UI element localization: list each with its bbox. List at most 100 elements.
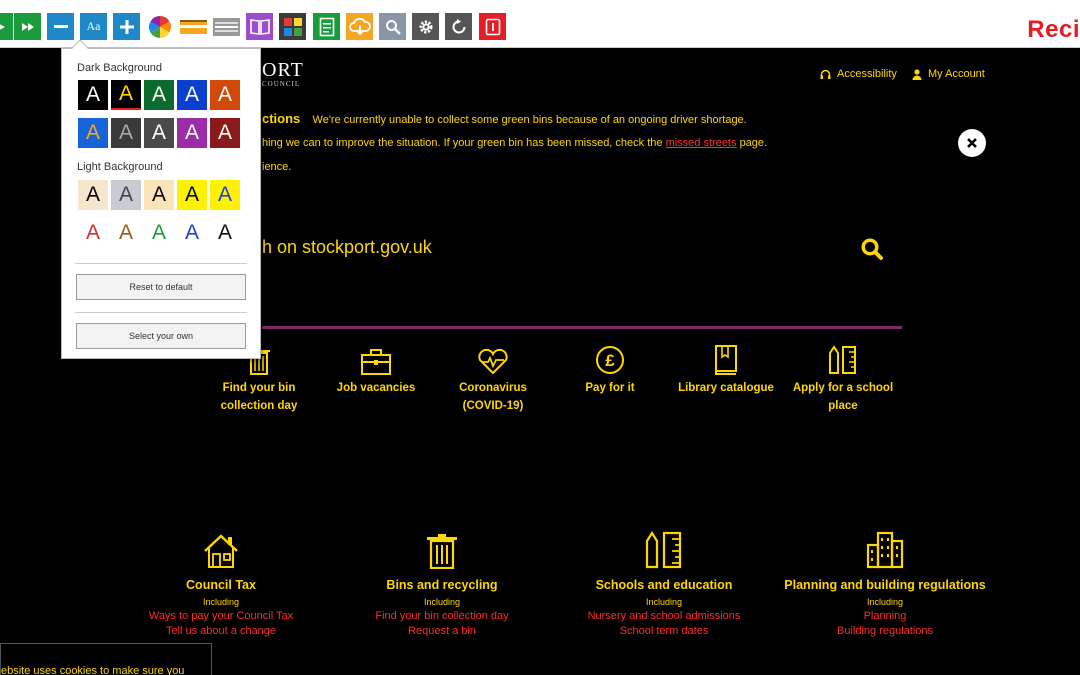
my-account-link[interactable]: My Account [912, 68, 985, 80]
service-bins-recycling: Bins and recycling Including Find your b… [332, 525, 552, 639]
fast-forward-icon [21, 22, 34, 31]
fast-forward-button[interactable] [14, 13, 41, 40]
dark-background-label: Dark Background [77, 62, 162, 74]
quick-link-label: Coronavirus (COVID-19) [459, 382, 527, 412]
reset-default-button[interactable]: Reset to default [76, 274, 246, 300]
quick-link-label: Pay for it [585, 382, 635, 394]
play-icon [0, 24, 5, 29]
service-including: Including [866, 597, 904, 607]
swatch-dark-3[interactable]: A [144, 80, 174, 110]
quick-link-label: Job vacancies [336, 382, 416, 394]
swatch-dark-8[interactable]: A [144, 118, 174, 148]
service-council-tax: Council Tax Including Ways to pay your C… [111, 525, 331, 639]
alert-line-2: hing we can to improve the situation. If… [262, 137, 767, 149]
quick-link-school-place[interactable]: Apply for a school place [788, 335, 898, 415]
swatch-dark-1[interactable]: A [78, 80, 108, 110]
service-link[interactable]: Tell us about a change [111, 624, 331, 639]
swatch-light-3[interactable]: A [144, 180, 174, 210]
swatch-light-9[interactable]: A [177, 218, 207, 248]
play-button[interactable] [0, 13, 13, 40]
swatch-dark-5[interactable]: A [210, 80, 240, 110]
select-your-own-button[interactable]: Select your own [76, 323, 246, 349]
cloud-download-icon [348, 17, 371, 35]
quick-link-coronavirus[interactable]: Coronavirus (COVID-19) [438, 335, 548, 415]
alert-title: ctions [262, 111, 301, 126]
book-icon [715, 345, 737, 375]
search-button[interactable] [860, 237, 884, 265]
missed-streets-link[interactable]: missed streets [666, 137, 737, 149]
decrease-text-button[interactable] [47, 13, 74, 40]
swatch-light-7[interactable]: A [111, 218, 141, 248]
service-link[interactable]: Request a bin [332, 624, 552, 639]
reset-icon [452, 18, 465, 33]
service-title[interactable]: Council Tax [111, 577, 331, 593]
swatch-light-8[interactable]: A [144, 218, 174, 248]
magnifier-icon [385, 19, 401, 35]
pencil-ruler-icon [829, 345, 856, 374]
swatch-dark-6[interactable]: A [78, 118, 108, 148]
magnifier-button[interactable] [379, 13, 406, 40]
screen: Aa Reci ORT COUNCIL Accessibility My Acc… [0, 0, 1080, 675]
quick-link-pay[interactable]: £ Pay for it [555, 335, 665, 397]
service-title[interactable]: Planning and building regulations [775, 577, 995, 593]
translate-button[interactable] [279, 13, 306, 40]
swatch-light-5[interactable]: A [210, 180, 240, 210]
house-icon [204, 534, 238, 568]
service-link[interactable]: Building regulations [775, 624, 995, 639]
swatch-light-6[interactable]: A [78, 218, 108, 248]
accessibility-link[interactable]: Accessibility [820, 68, 897, 80]
heartbeat-icon [478, 349, 508, 375]
quick-link-library[interactable]: Library catalogue [671, 335, 781, 397]
swatch-dark-7[interactable]: A [111, 118, 141, 148]
briefcase-icon [361, 349, 391, 375]
dictionary-button[interactable] [246, 13, 273, 40]
light-background-label: Light Background [77, 161, 163, 173]
service-link[interactable]: School term dates [554, 624, 774, 639]
document-icon [319, 17, 334, 36]
svg-text:£: £ [605, 351, 615, 370]
service-including: Including [423, 597, 461, 607]
site-logo-subtitle: COUNCIL [262, 80, 301, 88]
alert-line-1: ctions We're currently unable to collect… [262, 111, 747, 126]
cookie-text: ebsite uses cookies to make sure you [1, 665, 185, 675]
site-logo[interactable]: ORT [262, 59, 304, 82]
swatch-dark-9[interactable]: A [177, 118, 207, 148]
settings-button[interactable] [412, 13, 439, 40]
swatch-dark-10[interactable]: A [210, 118, 240, 148]
popup-divider [75, 263, 247, 264]
swatch-light-1[interactable]: A [78, 180, 108, 210]
simplify-button[interactable] [313, 13, 340, 40]
recite-brand-logo: Reci [1027, 16, 1080, 43]
reset-button[interactable] [445, 13, 472, 40]
service-link[interactable]: Find your bin collection day [332, 609, 552, 624]
service-link[interactable]: Ways to pay your Council Tax [111, 609, 331, 624]
service-link[interactable]: Nursery and school admissions [554, 609, 774, 624]
swatch-light-4[interactable]: A [177, 180, 207, 210]
pencil-ruler-icon [645, 531, 682, 569]
swatch-dark-2[interactable]: A [111, 80, 141, 110]
close-toolbar-button[interactable] [479, 13, 506, 40]
ruler-button[interactable] [180, 13, 207, 40]
accessibility-label: Accessibility [837, 68, 897, 80]
quick-link-jobs[interactable]: Job vacancies [321, 335, 431, 397]
mask-button[interactable] [213, 13, 240, 40]
close-icon [967, 138, 977, 148]
swatch-light-2[interactable]: A [111, 180, 141, 210]
color-wheel-icon [148, 15, 171, 38]
service-link[interactable]: Planning [775, 609, 995, 624]
quick-link-label: Apply for a school place [792, 382, 894, 412]
service-schools-education: Schools and education Including Nursery … [554, 525, 774, 639]
download-audio-button[interactable] [346, 13, 373, 40]
my-account-label: My Account [928, 68, 985, 80]
close-alert-button[interactable] [958, 129, 986, 157]
search-input[interactable]: h on stockport.gov.uk [262, 237, 432, 258]
swatch-light-10[interactable]: A [210, 218, 240, 248]
service-including: Including [645, 597, 683, 607]
service-title[interactable]: Schools and education [554, 577, 774, 593]
font-button[interactable]: Aa [80, 13, 107, 40]
color-button[interactable] [146, 13, 173, 40]
service-title[interactable]: Bins and recycling [332, 577, 552, 593]
alert-text-1: We're currently unable to collect some g… [312, 114, 747, 126]
increase-text-button[interactable] [113, 13, 140, 40]
swatch-dark-4[interactable]: A [177, 80, 207, 110]
